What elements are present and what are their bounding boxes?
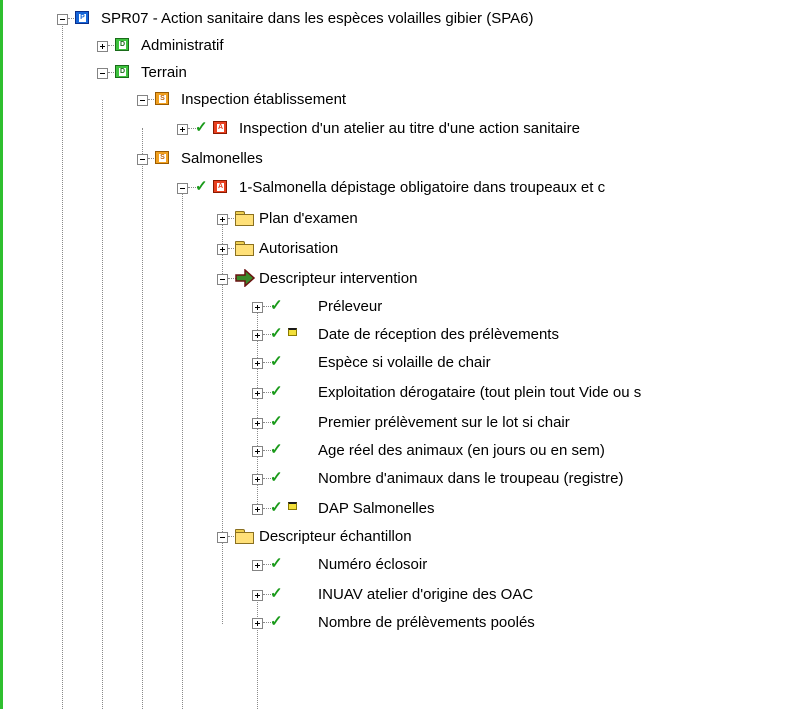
tree-item-label: Age réel des animaux (en jours ou en sem…	[318, 442, 605, 459]
action-icon: A	[213, 180, 227, 193]
section-icon: S	[155, 151, 169, 164]
plan-icon: P	[75, 11, 89, 24]
tree-item[interactable]: D Administratif	[0, 32, 805, 59]
flag-icon	[288, 502, 297, 510]
check-icon: ✓	[195, 119, 208, 136]
tree-item-label: Salmonelles	[181, 150, 263, 167]
tree-item-label: Inspection établissement	[181, 91, 347, 108]
collapse-toggle-icon[interactable]	[57, 14, 68, 25]
tree-item-label: Exploitation dérogataire (tout plein tou…	[318, 384, 642, 401]
expand-toggle-icon[interactable]	[252, 504, 263, 515]
check-icon: ✓	[270, 353, 283, 370]
tree-item[interactable]: Descripteur échantillon	[0, 523, 805, 550]
expand-toggle-icon[interactable]	[97, 41, 108, 52]
tree-item-label: Administratif	[141, 37, 224, 54]
expand-toggle-icon[interactable]	[252, 474, 263, 485]
tree-item[interactable]: ✓ Age réel des animaux (en jours ou en se…	[0, 437, 805, 464]
check-icon: ✓	[270, 441, 283, 458]
tree-item[interactable]: ✓ INUAV atelier d'origine des OAC	[0, 581, 805, 608]
check-icon: ✓	[270, 469, 283, 486]
check-icon: ✓	[270, 499, 283, 516]
tree-item-label: Inspection d'un atelier au titre d'une a…	[239, 120, 580, 137]
action-icon: A	[213, 121, 227, 134]
check-icon: ✓	[270, 555, 283, 572]
tree-item-label: Descripteur intervention	[259, 270, 418, 287]
tree-item[interactable]: ✓ Date de réception des prélèvements	[0, 321, 805, 348]
section-icon: S	[155, 92, 169, 105]
tree-item-label: SPR07 - Action sanitaire dans les espèce…	[101, 10, 534, 27]
tree-item-label: Nombre d'animaux dans le troupeau (regis…	[318, 470, 624, 487]
expand-toggle-icon[interactable]	[252, 358, 263, 369]
domain-icon: D	[115, 38, 129, 51]
tree-item-label: INUAV atelier d'origine des OAC	[318, 586, 534, 603]
collapse-toggle-icon[interactable]	[217, 274, 228, 285]
collapse-toggle-icon[interactable]	[217, 532, 228, 543]
tree-item[interactable]: ✓ A Inspection d'un atelier au titre d'une…	[0, 115, 805, 142]
tree-item[interactable]: ✓ Exploitation dérogataire (tout plein to…	[0, 379, 805, 406]
tree-item[interactable]: ✓ Nombre de prélèvements poolés	[0, 609, 805, 636]
tree-item-label: Plan d'examen	[259, 210, 358, 227]
expand-toggle-icon[interactable]	[252, 590, 263, 601]
collapse-toggle-icon[interactable]	[137, 95, 148, 106]
tree-item-label: Espèce si volaille de chair	[318, 354, 491, 371]
expand-toggle-icon[interactable]	[217, 244, 228, 255]
tree-item-label: DAP Salmonelles	[318, 500, 435, 517]
tree-item[interactable]: ✓ Espèce si volaille de chair	[0, 349, 805, 376]
check-icon: ✓	[270, 585, 283, 602]
expand-toggle-icon[interactable]	[177, 124, 188, 135]
tree-item-label: Premier prélèvement sur le lot si chair	[318, 414, 570, 431]
tree-item[interactable]: Autorisation	[0, 235, 805, 262]
tree-item[interactable]: Plan d'examen	[0, 205, 805, 232]
check-icon: ✓	[270, 613, 283, 630]
tree-item[interactable]: ✓ Premier prélèvement sur le lot si chair	[0, 409, 805, 436]
tree-item[interactable]: P SPR07 - Action sanitaire dans les espèc…	[0, 5, 805, 32]
expand-toggle-icon[interactable]	[252, 330, 263, 341]
tree-item-label: Descripteur échantillon	[259, 528, 412, 545]
expand-toggle-icon[interactable]	[252, 418, 263, 429]
check-icon: ✓	[270, 297, 283, 314]
tree-item[interactable]: ✓ DAP Salmonelles	[0, 495, 805, 522]
check-icon: ✓	[270, 413, 283, 430]
tree-item-label: Préleveur	[318, 298, 383, 315]
collapse-toggle-icon[interactable]	[97, 68, 108, 79]
folder-icon	[235, 529, 254, 544]
tree-item-label: Autorisation	[259, 240, 339, 257]
expand-toggle-icon[interactable]	[217, 214, 228, 225]
check-icon: ✓	[270, 383, 283, 400]
folder-icon	[235, 241, 254, 256]
tree-item[interactable]: S Salmonelles	[0, 145, 805, 172]
tree-view[interactable]: P SPR07 - Action sanitaire dans les espèc…	[0, 0, 805, 709]
tree-item-label: Terrain	[141, 64, 187, 81]
tree-item[interactable]: D Terrain	[0, 59, 805, 86]
expand-toggle-icon[interactable]	[252, 560, 263, 571]
domain-icon: D	[115, 65, 129, 78]
arrow-icon	[235, 268, 256, 288]
tree-item[interactable]: ✓ Numéro éclosoir	[0, 551, 805, 578]
tree-item-label: Date de réception des prélèvements	[318, 326, 559, 343]
check-icon: ✓	[195, 178, 208, 195]
tree-item[interactable]: Descripteur intervention	[0, 265, 805, 292]
tree-item[interactable]: ✓ Préleveur	[0, 293, 805, 320]
flag-icon	[288, 328, 297, 336]
tree-item[interactable]: S Inspection établissement	[0, 86, 805, 113]
collapse-toggle-icon[interactable]	[137, 154, 148, 165]
collapse-toggle-icon[interactable]	[177, 183, 188, 194]
tree-item-label: 1-Salmonella dépistage obligatoire dans …	[239, 179, 606, 196]
expand-toggle-icon[interactable]	[252, 618, 263, 629]
check-icon: ✓	[270, 325, 283, 342]
folder-icon	[235, 211, 254, 226]
expand-toggle-icon[interactable]	[252, 302, 263, 313]
tree-item-label: Numéro éclosoir	[318, 556, 428, 573]
tree-item[interactable]: ✓ A 1-Salmonella dépistage obligatoire dan…	[0, 174, 805, 201]
expand-toggle-icon[interactable]	[252, 446, 263, 457]
tree-item[interactable]: ✓ Nombre d'animaux dans le troupeau (regi…	[0, 465, 805, 492]
expand-toggle-icon[interactable]	[252, 388, 263, 399]
tree-item-label: Nombre de prélèvements poolés	[318, 614, 535, 631]
